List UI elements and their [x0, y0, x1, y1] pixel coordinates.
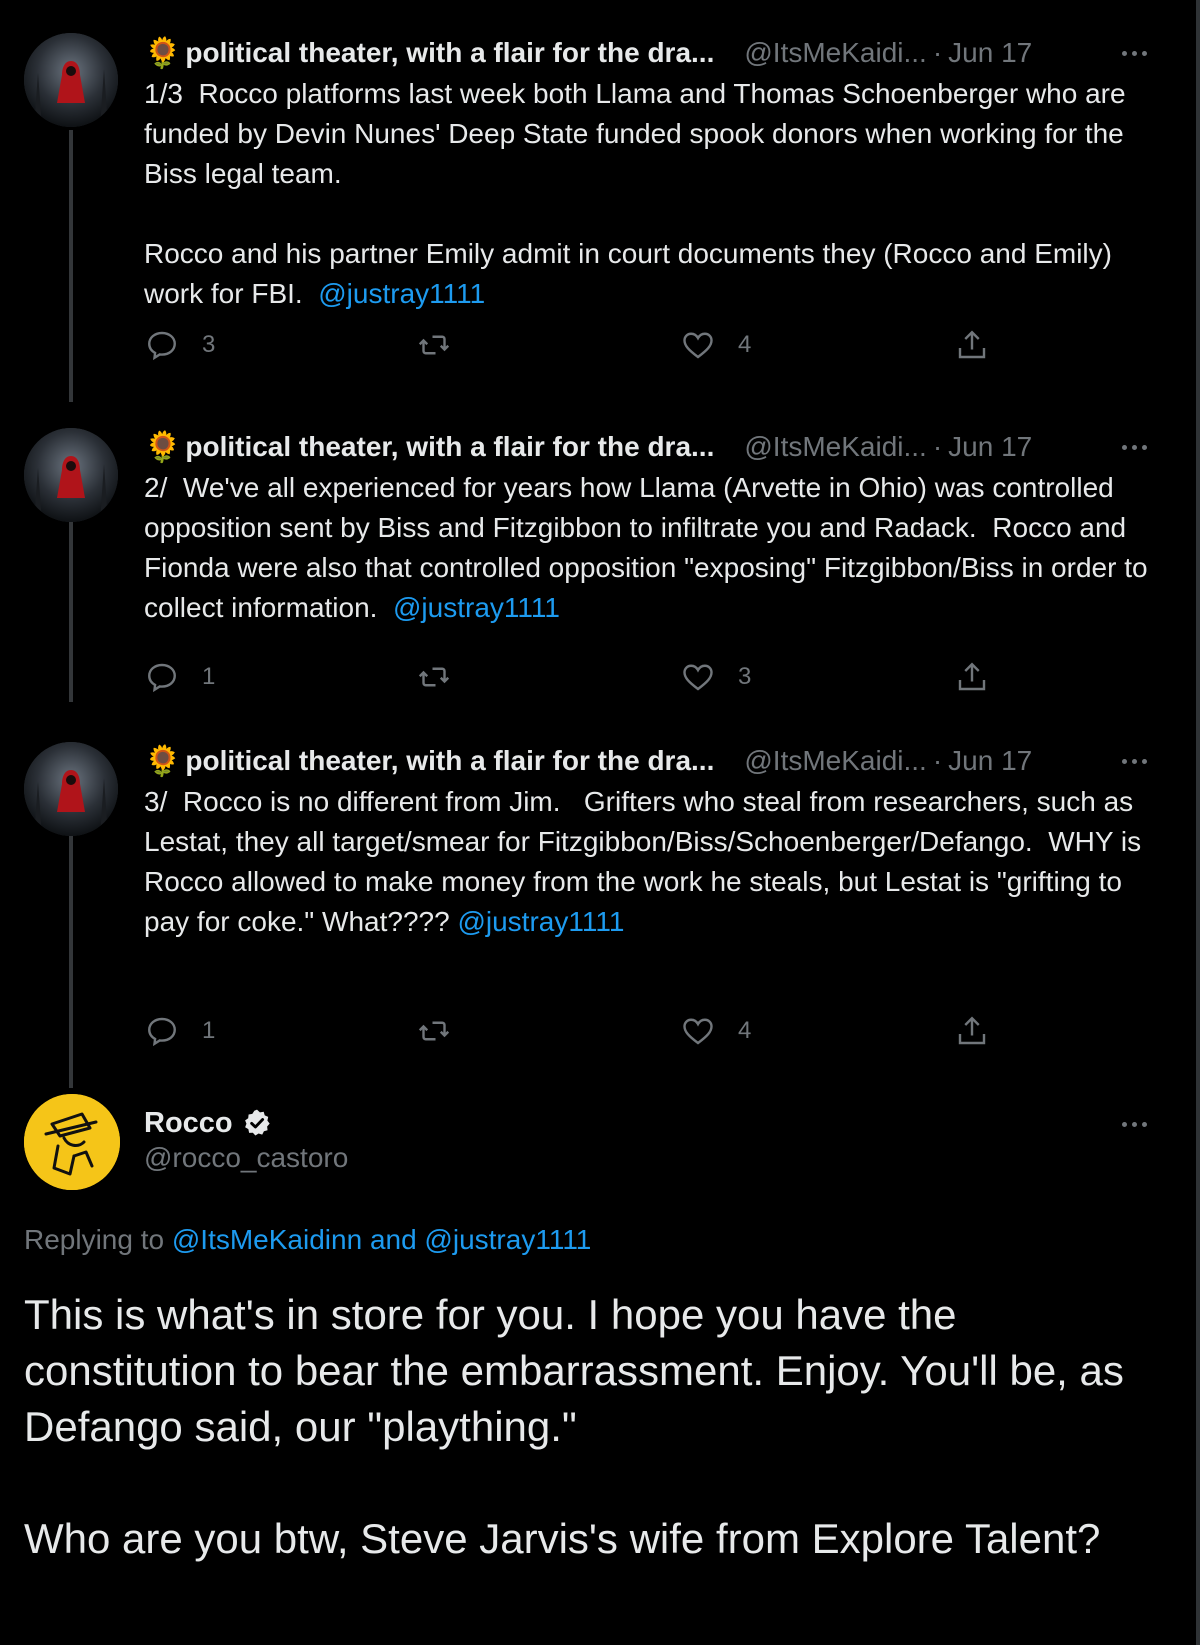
reply-icon — [148, 663, 176, 693]
like-icon — [683, 1018, 713, 1045]
user-handle[interactable]: @ItsMeKaidi... — [744, 745, 926, 777]
like-count: 4 — [738, 1017, 752, 1044]
reply-button[interactable]: 1 — [144, 1011, 215, 1051]
tweet-text: 1/3 Rocco platforms last week both Llama… — [144, 74, 1154, 314]
tweet-actions: 1 3 — [144, 657, 1004, 697]
share-icon — [958, 1016, 986, 1045]
sunflower-icon: 🌻 — [144, 430, 182, 464]
mention-link[interactable]: @justray1111 — [393, 592, 560, 623]
display-name[interactable]: political theater, with a flair for the … — [185, 745, 714, 777]
reply-count: 1 — [202, 1017, 216, 1044]
tweet-date[interactable]: Jun 17 — [948, 37, 1032, 69]
tweet-actions: 1 4 — [144, 1011, 1004, 1051]
thread-tweet[interactable]: 🌻 political theater, with a flair for th… — [0, 425, 1200, 725]
separator-dot: · — [932, 431, 943, 462]
display-name[interactable]: Rocco — [144, 1107, 233, 1140]
red-hood-figure-icon — [24, 742, 118, 836]
user-handle[interactable]: @ItsMeKaidi... — [744, 37, 926, 69]
reply-icon — [148, 1017, 176, 1047]
mention-link[interactable]: @justray1111 — [457, 906, 624, 937]
separator-dot: · — [932, 37, 943, 68]
tweet-date[interactable]: Jun 17 — [948, 745, 1032, 777]
author-name-row: Rocco — [144, 1101, 273, 1145]
red-hood-figure-icon — [24, 33, 118, 127]
red-hood-figure-icon — [24, 428, 118, 522]
more-icon[interactable] — [1114, 741, 1154, 781]
main-tweet-text: This is what's in store for you. I hope … — [24, 1291, 1124, 1562]
tweet-text: 3/ Rocco is no different from Jim. Grift… — [144, 782, 1154, 942]
user-handle[interactable]: @rocco_castoro — [144, 1142, 348, 1174]
avatar[interactable] — [24, 1094, 120, 1190]
sunflower-icon: 🌻 — [144, 744, 182, 778]
verified-icon — [244, 1109, 270, 1136]
reply-count: 3 — [202, 331, 216, 358]
like-count: 3 — [738, 663, 752, 690]
retweet-button[interactable] — [416, 325, 452, 365]
replying-prefix: Replying to — [24, 1224, 172, 1255]
display-name[interactable]: political theater, with a flair for the … — [185, 431, 714, 463]
display-name[interactable]: political theater, with a flair for the … — [185, 37, 714, 69]
avatar[interactable] — [24, 33, 118, 127]
like-button[interactable]: 4 — [680, 1011, 751, 1051]
avatar[interactable] — [24, 742, 118, 836]
reply-button[interactable]: 1 — [144, 657, 215, 697]
separator-dot: · — [932, 745, 943, 776]
tweet-actions: 3 4 — [144, 325, 1004, 365]
like-count: 4 — [738, 331, 752, 358]
avatar[interactable] — [24, 428, 118, 522]
tweet-header: 🌻 political theater, with a flair for th… — [144, 739, 1032, 783]
tweet-date[interactable]: Jun 17 — [948, 431, 1032, 463]
tweet-header: 🌻 political theater, with a flair for th… — [144, 31, 1032, 75]
replying-to: Replying to @ItsMeKaidinn and @justray11… — [24, 1224, 591, 1256]
retweet-icon — [418, 1021, 450, 1041]
like-icon — [683, 332, 713, 359]
user-handle[interactable]: @ItsMeKaidi... — [744, 431, 926, 463]
tweet-text-content: 2/ We've all experienced for years how L… — [144, 472, 1156, 623]
spy-logo-icon — [24, 1094, 120, 1190]
sunflower-icon: 🌻 — [144, 36, 182, 70]
thread-tweet[interactable]: 🌻 political theater, with a flair for th… — [0, 31, 1200, 391]
like-button[interactable]: 3 — [680, 657, 751, 697]
tweet-text-content: 3/ Rocco is no different from Jim. Grift… — [144, 786, 1149, 937]
retweet-button[interactable] — [416, 1011, 452, 1051]
share-button[interactable] — [954, 1011, 990, 1051]
tweet-text-content: 1/3 Rocco platforms last week both Llama… — [144, 78, 1126, 309]
like-button[interactable]: 4 — [680, 325, 751, 365]
reply-count: 1 — [202, 663, 216, 690]
mention-link[interactable]: @justray1111 — [318, 278, 485, 309]
reply-button[interactable]: 3 — [144, 325, 215, 365]
retweet-icon — [418, 335, 450, 355]
share-icon — [958, 330, 986, 359]
like-icon — [683, 664, 713, 691]
more-icon[interactable] — [1114, 1104, 1154, 1144]
share-button[interactable] — [954, 325, 990, 365]
reply-icon — [148, 331, 176, 361]
more-icon[interactable] — [1114, 33, 1154, 73]
tweet-header: 🌻 political theater, with a flair for th… — [144, 425, 1032, 469]
retweet-button[interactable] — [416, 657, 452, 697]
retweet-icon — [418, 667, 450, 687]
replying-to-mentions[interactable]: @ItsMeKaidinn and @justray1111 — [172, 1224, 592, 1255]
more-icon[interactable] — [1114, 427, 1154, 467]
share-icon — [958, 662, 986, 691]
thread-tweet[interactable]: 🌻 political theater, with a flair for th… — [0, 739, 1200, 1079]
share-button[interactable] — [954, 657, 990, 697]
tweet-text: 2/ We've all experienced for years how L… — [144, 468, 1154, 628]
